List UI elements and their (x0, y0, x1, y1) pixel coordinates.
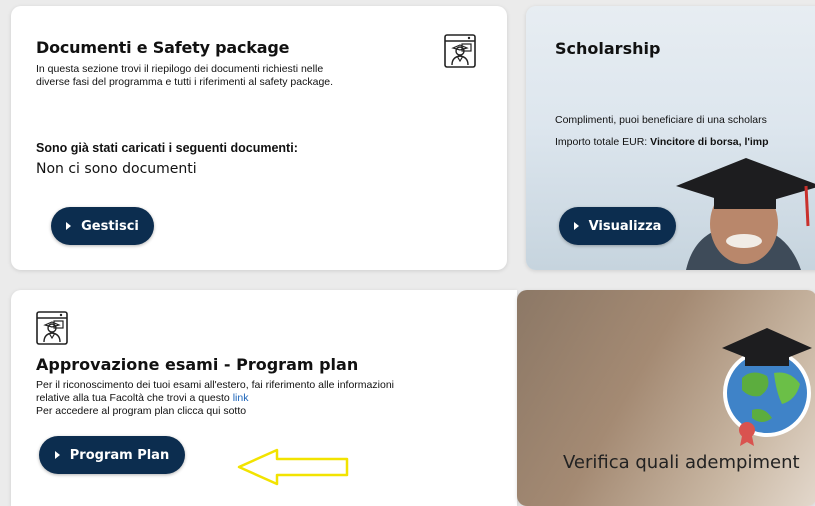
program-plan-label: Program Plan (69, 447, 170, 463)
student-certificate-icon (444, 34, 476, 68)
scholarship-card: Scholarship Complimenti, puoi beneficiar… (526, 6, 815, 270)
scholarship-amount-text: Importo totale EUR: Vincitore di borsa, … (555, 136, 769, 148)
caret-right-icon (573, 222, 579, 230)
scholarship-amount-label: Importo totale EUR: (555, 136, 651, 148)
gestisci-label: Gestisci (81, 218, 139, 234)
program-plan-card: Approvazione esami - Program plan Per il… (11, 290, 517, 506)
documents-card: Documenti e Safety package In questa sez… (11, 6, 507, 270)
caret-right-icon (66, 222, 72, 230)
verify-text: Verifica quali adempiment (563, 452, 800, 473)
yellow-arrow-annotation-icon (237, 448, 349, 486)
student-certificate-icon (36, 311, 68, 345)
visualizza-label: Visualizza (588, 218, 662, 234)
program-plan-desc-line3: Per accedere al program plan clicca qui … (36, 405, 247, 417)
scholarship-congrats-text: Complimenti, puoi beneficiare di una sch… (555, 114, 767, 126)
faculty-link[interactable]: link (233, 392, 249, 404)
documents-subheading: Sono già stati caricati i seguenti docum… (36, 141, 298, 155)
documents-empty-state: Non ci sono documenti (36, 161, 197, 177)
caret-right-icon (54, 451, 60, 459)
program-plan-title: Approvazione esami - Program plan (36, 355, 359, 374)
program-plan-description: Per il riconoscimento dei tuoi esami all… (36, 379, 496, 418)
globe-graduation-icon (722, 328, 812, 446)
program-plan-desc-line1: Per il riconoscimento dei tuoi esami all… (36, 379, 394, 391)
program-plan-desc-line2: relative alla tua Facoltà che trovi a qu… (36, 392, 496, 405)
documents-description: In questa sezione trovi il riepilogo dei… (36, 63, 334, 88)
documents-title: Documenti e Safety package (36, 38, 290, 57)
graduate-photo (676, 158, 815, 270)
gestisci-button[interactable]: Gestisci (51, 207, 154, 245)
program-plan-desc-line2-text: relative alla tua Facoltà che trovi a qu… (36, 392, 233, 404)
verify-card: Verifica quali adempiment (517, 290, 815, 506)
scholarship-title: Scholarship (555, 39, 661, 58)
visualizza-button[interactable]: Visualizza (559, 207, 676, 245)
scholarship-amount-value: Vincitore di borsa, l'imp (650, 136, 769, 148)
program-plan-button[interactable]: Program Plan (39, 436, 185, 474)
